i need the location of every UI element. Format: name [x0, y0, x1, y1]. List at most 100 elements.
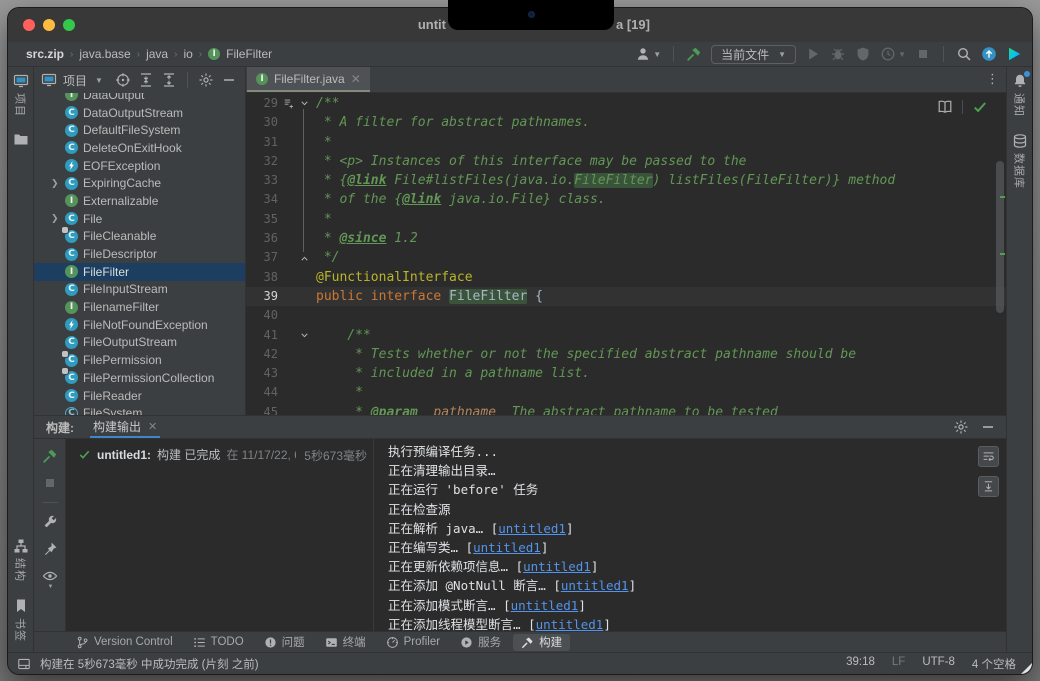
code-line-38[interactable]: 38@FunctionalInterface	[246, 268, 1006, 287]
toolwindow-button-服务[interactable]: 服务	[452, 634, 509, 651]
run-button[interactable]	[805, 46, 821, 62]
code-line-37[interactable]: 37 */	[246, 248, 1006, 267]
module-link[interactable]: untitled1	[536, 617, 604, 631]
line-number[interactable]: 44	[246, 383, 280, 402]
user-menu-button[interactable]: ▼	[635, 46, 661, 62]
right-stripe-button-数据库[interactable]: 数据库	[1012, 133, 1028, 189]
expand-all-button[interactable]	[138, 72, 154, 88]
project-tree[interactable]: IDataOutputCDataOutputStreamCDefaultFile…	[34, 93, 245, 415]
chevron-down-icon[interactable]: ▼	[95, 76, 103, 85]
caret-position[interactable]: 39:18	[846, 656, 875, 672]
stop-build-button[interactable]	[42, 475, 58, 491]
expand-arrow-icon[interactable]: ❯	[51, 214, 59, 223]
line-number[interactable]: 31	[246, 133, 280, 152]
module-link[interactable]: untitled1	[523, 559, 591, 574]
pin-tab-button[interactable]	[42, 541, 58, 557]
toolwindow-button-version-control[interactable]: Version Control	[68, 634, 181, 651]
line-number[interactable]: 45	[246, 403, 280, 415]
module-link[interactable]: untitled1	[561, 578, 629, 593]
toolwindow-button-todo[interactable]: TODO	[185, 634, 252, 651]
code-line-43[interactable]: 43 * included in a pathname list.	[246, 364, 1006, 383]
breadcrumb-item[interactable]: src.zip	[26, 47, 64, 61]
analysis-mark[interactable]	[1000, 196, 1005, 198]
project-tree-item-dataoutputstream[interactable]: CDataOutputStream	[34, 104, 245, 122]
tool-window-layout-icon[interactable]	[17, 657, 31, 671]
toolwindow-button-构建[interactable]: 构建	[513, 634, 570, 651]
rerun-build-button[interactable]	[42, 448, 58, 464]
fold-region-start-icon[interactable]	[297, 326, 311, 345]
line-number[interactable]: 29	[246, 94, 280, 113]
line-number[interactable]: 43	[246, 364, 280, 383]
project-tree-item-filenamefilter[interactable]: IFilenameFilter	[34, 298, 245, 316]
editor-scrollbar[interactable]	[996, 161, 1004, 313]
project-tree-item-filereader[interactable]: CFileReader	[34, 387, 245, 405]
code-line-42[interactable]: 42 * Tests whether or not the specified …	[246, 345, 1006, 364]
run-anything-button[interactable]	[1006, 46, 1022, 62]
options-button[interactable]	[198, 72, 214, 88]
code-line-44[interactable]: 44 *	[246, 383, 1006, 402]
code-line-34[interactable]: 34 * of the {@link java.io.File} class.	[246, 190, 1006, 209]
hide-build-panel-icon[interactable]	[980, 419, 996, 435]
code-line-39[interactable]: 39public interface FileFilter {	[246, 287, 1006, 306]
project-tree-item-filecleanable[interactable]: CFileCleanable	[34, 228, 245, 246]
locate-file-button[interactable]	[115, 72, 131, 88]
status-message[interactable]: 构建在 5秒673毫秒 中成功完成 (片刻 之前)	[40, 656, 259, 672]
scroll-to-end-button[interactable]	[978, 476, 999, 497]
soft-wrap-button[interactable]	[978, 446, 999, 467]
project-tree-item-filesystem[interactable]: CFileSystem	[34, 404, 245, 415]
analysis-mark[interactable]	[1000, 253, 1005, 255]
left-stripe-button[interactable]	[13, 131, 29, 147]
code-line-45[interactable]: 45 * @param pathname The abstract pathna…	[246, 403, 1006, 415]
run-with-coverage-button[interactable]	[855, 46, 871, 62]
breadcrumb-item[interactable]: java	[146, 47, 168, 61]
breadcrumb-item[interactable]: java.base	[79, 47, 130, 61]
project-tree-item-dataoutput[interactable]: IDataOutput	[34, 93, 245, 104]
indent-setting[interactable]: 4 个空格	[972, 656, 1016, 672]
code-line-33[interactable]: 33 * {@link File#listFiles(java.io.FileF…	[246, 171, 1006, 190]
project-tree-item-file[interactable]: ❯CFile	[34, 210, 245, 228]
build-output-tab[interactable]: 构建输出 ✕	[90, 416, 160, 438]
code-line-41[interactable]: 41 /**	[246, 326, 1006, 345]
code-line-31[interactable]: 31 *	[246, 133, 1006, 152]
project-tree-item-externalizable[interactable]: IExternalizable	[34, 192, 245, 210]
line-number[interactable]: 37	[246, 248, 280, 267]
close-tab-icon[interactable]: ✕	[351, 73, 361, 85]
project-panel-title[interactable]: 项目	[63, 72, 87, 89]
toolwindow-button-问题[interactable]: 问题	[256, 634, 313, 651]
profile-button[interactable]: ▼	[880, 46, 906, 62]
project-tree-item-filepermissioncollection[interactable]: CFilePermissionCollection	[34, 369, 245, 387]
module-link[interactable]: untitled1	[473, 540, 541, 555]
breadcrumb-item[interactable]: FileFilter	[226, 47, 272, 61]
project-tree-item-fileinputstream[interactable]: CFileInputStream	[34, 281, 245, 299]
line-number[interactable]: 35	[246, 210, 280, 229]
code-line-32[interactable]: 32 * <p> Instances of this interface may…	[246, 152, 1006, 171]
project-tree-item-filepermission[interactable]: CFilePermission	[34, 351, 245, 369]
build-settings-gear-icon[interactable]	[953, 419, 969, 435]
close-icon[interactable]: ✕	[148, 420, 157, 433]
project-tree-item-filenotfoundexception[interactable]: FileNotFoundException	[34, 316, 245, 334]
code-line-35[interactable]: 35 *	[246, 210, 1006, 229]
code-line-29[interactable]: 29/**	[246, 94, 1006, 113]
left-stripe-button-书签[interactable]: 书签	[13, 598, 29, 642]
line-separator[interactable]: LF	[892, 656, 905, 672]
tab-options-kebab-icon[interactable]: ⋮	[986, 71, 999, 87]
build-console[interactable]: 执行预编译任务...正在清理输出目录…正在运行 'before' 任务正在检查源…	[374, 439, 1006, 631]
search-everywhere-button[interactable]	[956, 46, 972, 62]
expand-arrow-icon[interactable]: ❯	[51, 179, 59, 188]
line-number[interactable]: 39	[246, 287, 280, 306]
line-number[interactable]: 42	[246, 345, 280, 364]
right-stripe-button-通知[interactable]: 通知	[1012, 73, 1028, 117]
collapse-all-button[interactable]	[161, 72, 177, 88]
project-tree-item-eofexception[interactable]: EOFException	[34, 157, 245, 175]
hide-panel-button[interactable]	[221, 72, 237, 88]
module-link[interactable]: untitled1	[511, 598, 579, 613]
code-line-30[interactable]: 30 * A filter for abstract pathnames.	[246, 113, 1006, 132]
inspections-ok-check-icon[interactable]	[972, 99, 988, 115]
project-tree-item-defaultfilesystem[interactable]: CDefaultFileSystem	[34, 121, 245, 139]
code-line-36[interactable]: 36 * @since 1.2	[246, 229, 1006, 248]
build-button[interactable]	[686, 46, 702, 62]
line-number[interactable]: 38	[246, 268, 280, 287]
line-number[interactable]: 33	[246, 171, 280, 190]
project-tree-item-fileoutputstream[interactable]: CFileOutputStream	[34, 334, 245, 352]
stop-button[interactable]	[915, 46, 931, 62]
